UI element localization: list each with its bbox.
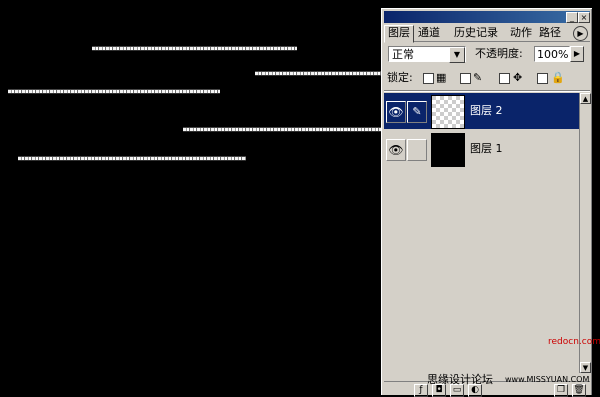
layers-list: 👁 ✎ 图层 2 👁 图层 1 (384, 93, 579, 373)
close-button[interactable]: × (578, 12, 590, 23)
blend-mode-value: 正常 (392, 48, 414, 61)
light-streak (8, 90, 220, 93)
layer-name[interactable]: 图层 1 (470, 141, 503, 157)
blend-mode-select[interactable]: 正常 ▼ (388, 46, 466, 63)
tab-actions[interactable]: 动作 (510, 26, 532, 40)
watermark-forum-url: www.MISSYUAN.COM (505, 375, 590, 384)
lock-label: 锁定: (387, 71, 413, 84)
opacity-slider-arrow-icon[interactable]: ▶ (570, 46, 584, 62)
minimize-button[interactable]: _ (566, 12, 578, 23)
light-streak (18, 157, 246, 160)
padlock-icon: 🔒 (551, 71, 565, 84)
lock-transparency-checkbox[interactable] (423, 73, 434, 84)
panel-titlebar[interactable]: _ × (384, 11, 590, 23)
layers-scrollbar[interactable]: ▲ ▼ (579, 93, 591, 373)
layer-thumbnail (431, 133, 465, 167)
layer-name[interactable]: 图层 2 (470, 103, 503, 119)
new-layer-icon[interactable]: ❐ (554, 384, 568, 397)
move-lock-icon: ✥ (513, 71, 523, 84)
tab-paths[interactable]: 路径 (539, 26, 561, 40)
chevron-down-icon[interactable]: ▼ (449, 47, 465, 63)
scroll-up-icon[interactable]: ▲ (580, 93, 591, 104)
transparency-lock-icon: ▦ (436, 71, 447, 84)
link-slot-icon[interactable] (407, 139, 427, 161)
watermark-site: redocn.com (548, 337, 600, 347)
eye-icon[interactable]: 👁 (386, 139, 406, 161)
panel-tabs: 图层 通道 历史记录 动作 路径 ▶ (384, 25, 590, 43)
opacity-label: 不透明度: (475, 47, 523, 60)
layer-row[interactable]: 👁 图层 1 (384, 131, 579, 167)
tab-layers[interactable]: 图层 (384, 25, 414, 43)
light-streak (92, 47, 297, 50)
brush-icon[interactable]: ✎ (407, 101, 427, 123)
tab-channels[interactable]: 通道 (418, 26, 440, 40)
lock-image-checkbox[interactable] (460, 73, 471, 84)
layer-style-icon[interactable]: ƒ (414, 384, 428, 397)
watermark-forum: 思缘设计论坛 (427, 373, 493, 386)
tab-history[interactable]: 历史记录 (454, 26, 498, 40)
opacity-input[interactable]: 100% (534, 46, 570, 62)
light-streak (183, 128, 383, 131)
trash-icon[interactable]: 🗑 (572, 384, 586, 397)
panel-menu-arrow-icon[interactable]: ▶ (573, 26, 588, 41)
layer-row[interactable]: 👁 ✎ 图层 2 (384, 93, 579, 129)
scroll-down-icon[interactable]: ▼ (580, 362, 591, 373)
layer-thumbnail (431, 95, 465, 129)
lock-position-checkbox[interactable] (499, 73, 510, 84)
brush-lock-icon: ✎ (473, 71, 483, 84)
eye-icon[interactable]: 👁 (386, 101, 406, 123)
divider (384, 90, 590, 92)
lock-all-checkbox[interactable] (537, 73, 548, 84)
light-streak (255, 72, 385, 75)
